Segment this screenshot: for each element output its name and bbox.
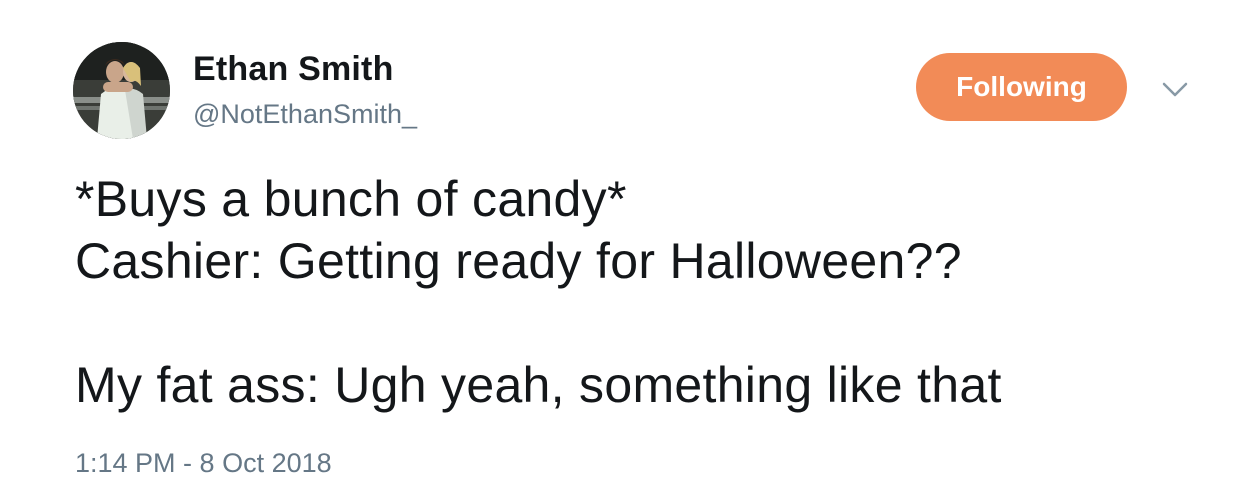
tweet-line: Cashier: Getting ready for Halloween?? xyxy=(75,233,962,289)
display-name[interactable]: Ethan Smith xyxy=(193,50,394,89)
avatar[interactable] xyxy=(73,42,170,139)
tweet-timestamp[interactable]: 1:14 PM - 8 Oct 2018 xyxy=(75,448,332,479)
following-button[interactable]: Following xyxy=(916,53,1127,121)
chevron-down-icon[interactable] xyxy=(1160,80,1190,100)
tweet-line: *Buys a bunch of candy* xyxy=(75,171,627,227)
user-handle[interactable]: @NotEthanSmith_ xyxy=(193,99,417,130)
tweet-card: Ethan Smith @NotEthanSmith_ Following *B… xyxy=(0,0,1255,490)
tweet-text: *Buys a bunch of candy* Cashier: Getting… xyxy=(75,168,1195,416)
profile-photo xyxy=(73,42,170,139)
tweet-line: My fat ass: Ugh yeah, something like tha… xyxy=(75,357,1002,413)
